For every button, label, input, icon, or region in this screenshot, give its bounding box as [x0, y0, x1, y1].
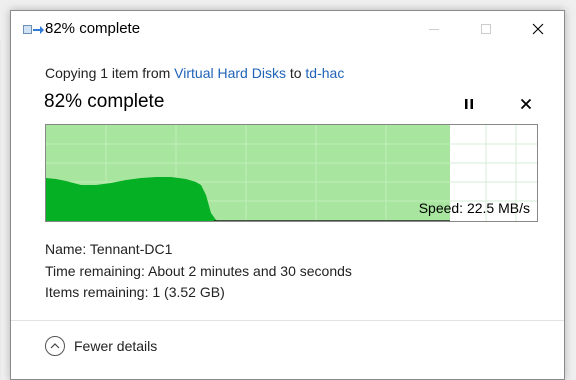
title-bar[interactable]: 82% complete [11, 11, 564, 47]
maximize-button[interactable] [460, 11, 512, 47]
pause-button[interactable] [457, 93, 481, 115]
minimize-button[interactable] [408, 11, 460, 47]
progress-title: 82% complete [44, 91, 165, 112]
name-value: Tennant-DC1 [89, 241, 173, 257]
transfer-speed-graph: Speed: 22.5 MB/s [45, 124, 538, 222]
close-icon [532, 23, 544, 35]
name-row: Name: Tennant-DC1 [45, 239, 352, 261]
copy-details: Name: Tennant-DC1 Time remaining: About … [45, 239, 352, 304]
items-remaining-row: Items remaining: 1 (3.52 GB) [45, 282, 352, 304]
time-remaining-label: Time remaining: [45, 262, 145, 279]
copy-progress-dialog: 82% complete Copying 1 item from Virtual… [10, 10, 565, 380]
pause-icon [465, 99, 473, 109]
window-title: 82% complete [45, 20, 141, 37]
speed-label: Speed: 22.5 MB/s [418, 200, 530, 216]
copy-description: Copying 1 item from Virtual Hard Disks t… [45, 65, 344, 81]
time-remaining-value: About 2 minutes and 30 seconds [147, 262, 352, 279]
copy-middle: to [285, 65, 306, 81]
chevron-up-icon [45, 336, 65, 356]
maximize-icon [481, 24, 491, 34]
copy-prefix: Copying 1 item from [45, 65, 175, 81]
destination-link[interactable]: td-hac [305, 65, 344, 81]
cancel-copy-button[interactable] [514, 93, 538, 115]
time-remaining-row: Time remaining: About 2 minutes and 30 s… [45, 261, 352, 283]
footer-divider [11, 320, 564, 321]
items-remaining-value: 1 (3.52 GB) [152, 284, 225, 300]
source-link[interactable]: Virtual Hard Disks [174, 65, 286, 81]
close-window-button[interactable] [512, 11, 564, 47]
minimize-icon [429, 29, 439, 30]
cancel-icon [520, 98, 532, 110]
fewer-details-label: Fewer details [74, 338, 158, 354]
file-copy-icon [23, 22, 45, 38]
fewer-details-toggle[interactable]: Fewer details [45, 336, 157, 356]
name-label: Name: [45, 241, 87, 257]
items-remaining-label: Items remaining: [45, 284, 149, 300]
